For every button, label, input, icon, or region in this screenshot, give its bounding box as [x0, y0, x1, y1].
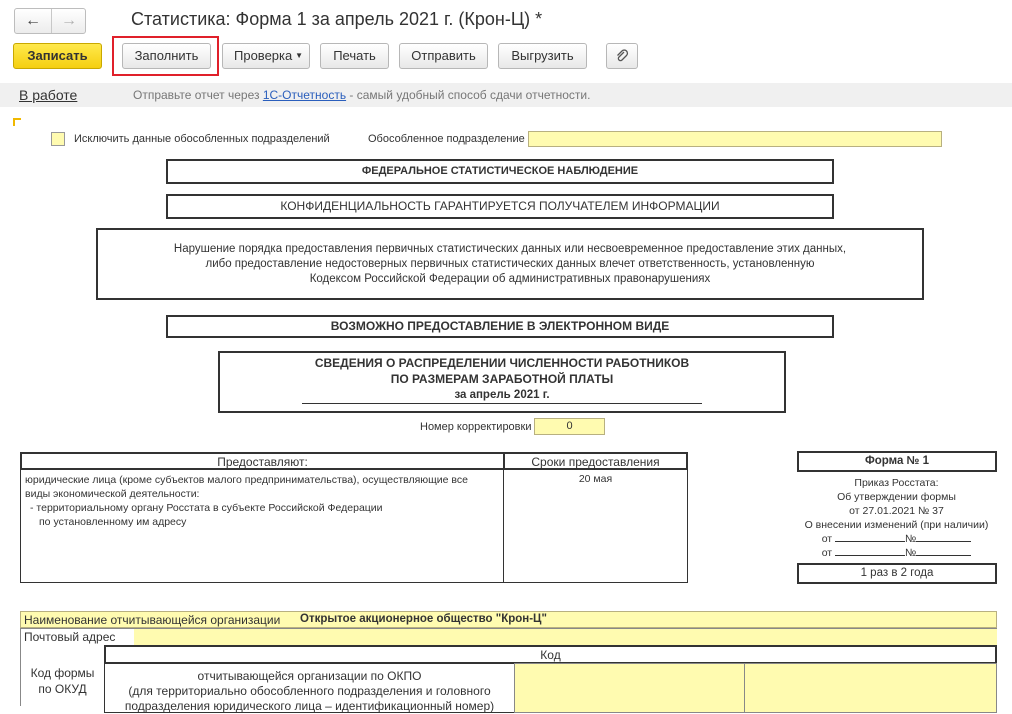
warning-line-1: Нарушение порядка предоставления первичн…	[173, 243, 847, 255]
form-corner-marker	[13, 118, 21, 126]
export-button[interactable]: Выгрузить	[498, 43, 587, 69]
okud-label: Код формы по ОКУД	[30, 666, 95, 696]
correction-number-field[interactable]: 0	[534, 418, 605, 435]
correction-number-label: Номер корректировки	[420, 421, 532, 433]
amendment-line-2: от №	[795, 546, 998, 560]
report-title-box: СВЕДЕНИЯ О РАСПРЕДЕЛЕНИИ ЧИСЛЕННОСТИ РАБ…	[218, 351, 786, 413]
status-message: Отправьте отчет через 1С-Отчетность - са…	[133, 88, 591, 102]
paperclip-icon	[617, 49, 629, 62]
order-info: Приказ Росстата: Об утверждении формы от…	[795, 476, 998, 560]
deadlines-header: Сроки предоставления	[503, 452, 688, 470]
back-arrow-icon[interactable]: ←	[15, 9, 52, 33]
electronic-submission-header: ВОЗМОЖНО ПРЕДОСТАВЛЕНИЕ В ЭЛЕКТРОННОМ ВИ…	[166, 315, 834, 338]
reporting-service-link[interactable]: 1С-Отчетность	[263, 88, 346, 102]
warning-line-3: Кодексом Российской Федерации об админис…	[309, 273, 711, 285]
address-field[interactable]	[134, 629, 997, 645]
fill-button-highlight	[112, 36, 219, 76]
liability-warning-box: Нарушение порядка предоставления первичн…	[96, 228, 924, 300]
submitters-cell: юридические лица (кроме субъектов малого…	[20, 469, 504, 583]
check-dropdown-button[interactable]: Проверка ▼	[222, 43, 310, 69]
organization-value[interactable]: Открытое акционерное общество "Крон-Ц"	[300, 613, 547, 625]
attach-button[interactable]	[606, 43, 638, 69]
report-period: за апрель 2021 г.	[302, 387, 702, 404]
send-button[interactable]: Отправить	[399, 43, 488, 69]
report-title-line-1: СВЕДЕНИЯ О РАСПРЕДЕЛЕНИИ ЧИСЛЕННОСТИ РАБ…	[314, 356, 690, 370]
exclude-subdivisions-checkbox[interactable]	[51, 132, 65, 146]
navigation-group: ← →	[14, 8, 86, 34]
check-label: Проверка	[234, 48, 293, 63]
amendment-line-1: от №	[795, 532, 998, 546]
address-label: Почтовый адрес	[24, 630, 116, 644]
subdivision-field[interactable]	[528, 131, 942, 147]
code-header: Код	[104, 645, 997, 664]
deadline-cell: 20 мая	[503, 469, 688, 583]
print-button[interactable]: Печать	[320, 43, 389, 69]
save-button[interactable]: Записать	[13, 43, 102, 69]
federal-observation-header: ФЕДЕРАЛЬНОЕ СТАТИСТИЧЕСКОЕ НАБЛЮДЕНИЕ	[166, 159, 834, 184]
confidentiality-header: КОНФИДЕНЦИАЛЬНОСТЬ ГАРАНТИРУЕТСЯ ПОЛУЧАТ…	[166, 194, 834, 219]
warning-line-2: либо предоставление недостоверных первич…	[205, 258, 815, 270]
submitters-header: Предоставляют:	[20, 452, 504, 470]
form-number: Форма № 1	[797, 451, 997, 472]
report-title-line-2: ПО РАЗМЕРАМ ЗАРАБОТНОЙ ПЛАТЫ	[390, 372, 614, 386]
dropdown-arrow-icon: ▼	[295, 51, 303, 60]
exclude-subdivisions-label: Исключить данные обособленных подразделе…	[74, 133, 330, 145]
organization-label: Наименование отчитывающейся организации	[24, 613, 281, 627]
window-title: Статистика: Форма 1 за апрель 2021 г. (К…	[131, 9, 543, 29]
subdivision-label: Обособленное подразделение	[368, 133, 525, 145]
forward-arrow-icon[interactable]: →	[51, 9, 87, 33]
status-state-link[interactable]: В работе	[19, 87, 77, 103]
frequency-box: 1 раз в 2 года	[797, 563, 997, 584]
